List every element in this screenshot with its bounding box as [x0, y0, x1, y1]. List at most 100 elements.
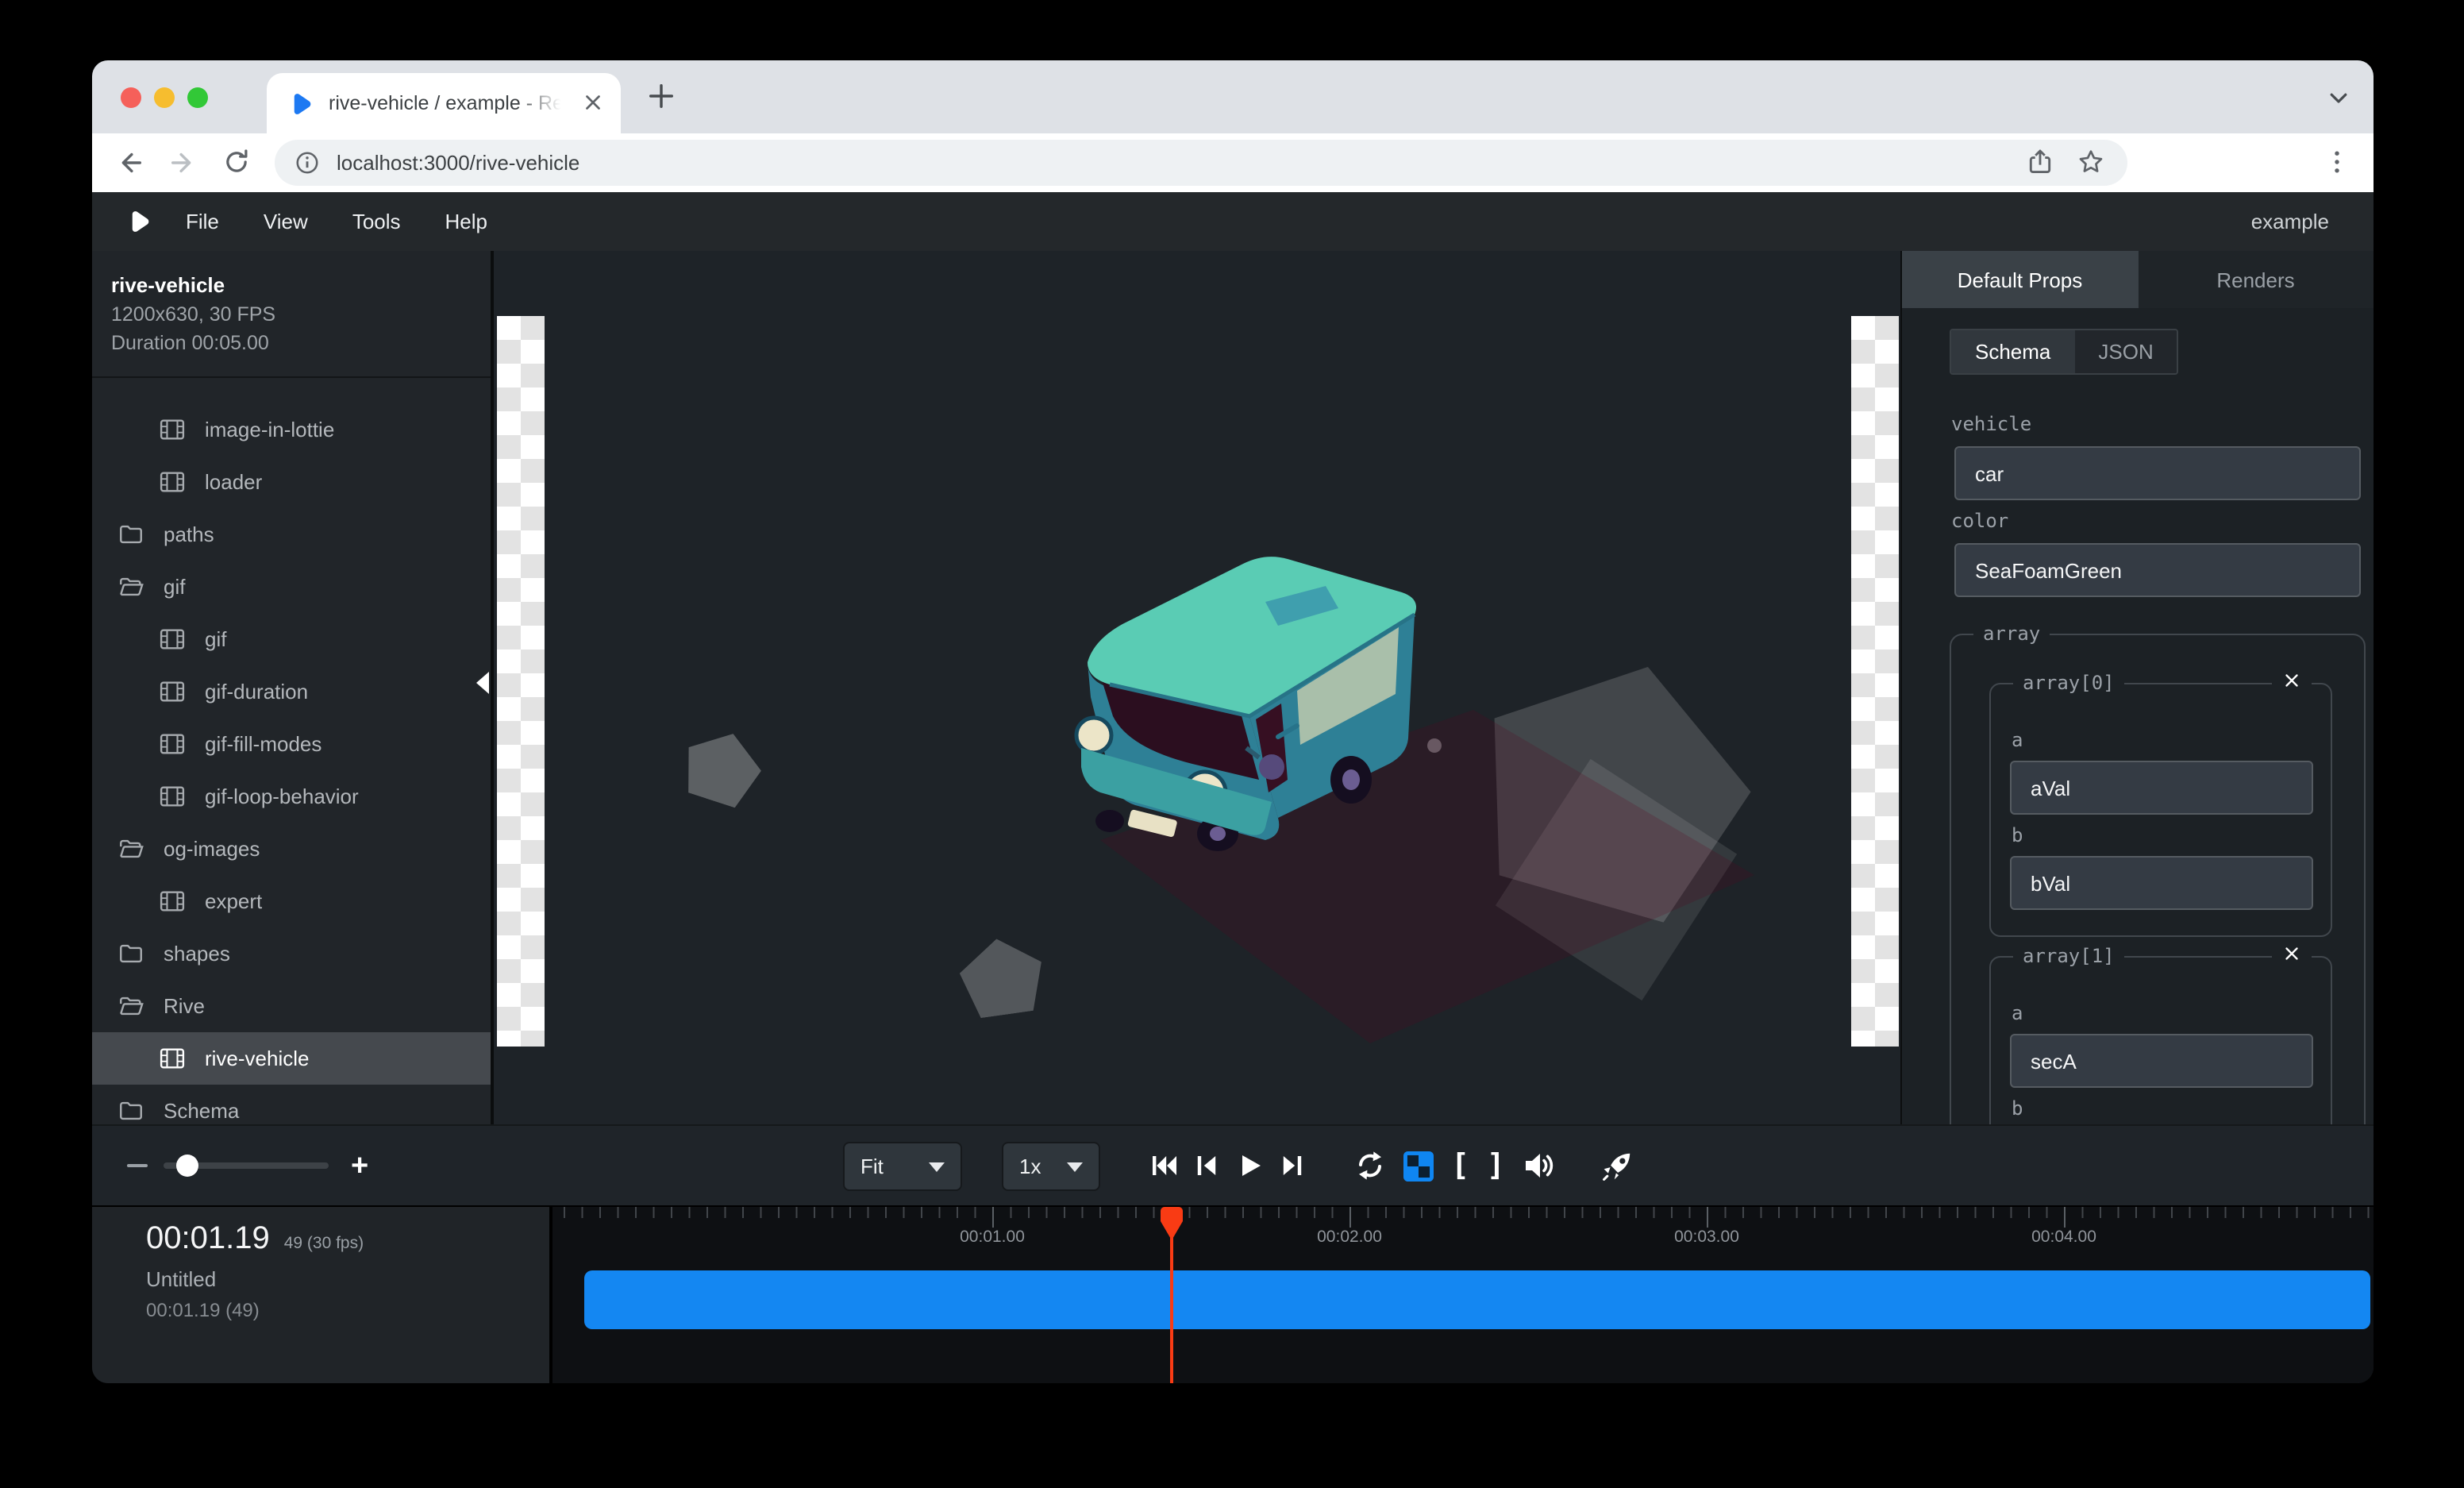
ruler-label: 00:04.00 [2031, 1228, 2096, 1247]
browser-menu-dots-icon[interactable] [2323, 148, 2351, 176]
tab-renders[interactable]: Renders [2138, 251, 2374, 308]
zoom-slider-thumb[interactable] [176, 1155, 198, 1177]
sidebar-item-shapes[interactable]: shapes [92, 927, 491, 980]
set-in-point-button[interactable]: [ [1451, 1148, 1469, 1183]
color-label: color [1951, 510, 2008, 532]
current-timecode: 00:01.19 [146, 1221, 270, 1258]
schema-json-toggle: Schema JSON [1950, 329, 2179, 375]
volume-icon[interactable] [1523, 1150, 1554, 1182]
sidebar-item-gif-duration[interactable]: gif-duration [92, 665, 491, 718]
color-input[interactable]: SeaFoamGreen [1954, 543, 2361, 597]
app-menu-bar: File View Tools Help example [92, 192, 2374, 251]
a-input[interactable]: aVal [2010, 761, 2313, 815]
tab-default-props[interactable]: Default Props [1902, 251, 2138, 308]
new-tab-button[interactable] [646, 81, 676, 111]
sidebar-item-label: gif-loop-behavior [205, 784, 359, 808]
ruler-major-tick [1707, 1207, 1708, 1228]
previous-frame-button[interactable] [1192, 1151, 1221, 1180]
sidebar-item-label: og-images [164, 837, 260, 861]
playhead-handle[interactable] [1161, 1207, 1183, 1240]
loop-toggle-icon[interactable] [1354, 1150, 1386, 1182]
menu-file[interactable]: File [186, 210, 219, 233]
jump-to-start-button[interactable] [1149, 1151, 1178, 1180]
transparency-checkerboard-toggle-icon[interactable] [1403, 1151, 1434, 1181]
render-rocket-icon[interactable] [1600, 1149, 1634, 1182]
timeline-track-bar[interactable] [584, 1270, 2370, 1329]
bookmark-star-icon[interactable] [2077, 148, 2105, 176]
b-input[interactable]: bVal [2010, 856, 2313, 910]
set-out-point-button[interactable]: ] [1487, 1148, 1505, 1183]
chevron-down-icon [1067, 1162, 1083, 1171]
close-window-button[interactable] [121, 87, 141, 108]
props-panel-tabs: Default Props Renders [1902, 251, 2374, 308]
sidebar-item-paths[interactable]: paths [92, 508, 491, 561]
play-button[interactable] [1235, 1151, 1264, 1180]
array-1-fieldset: array[1] a secA b [1989, 956, 2332, 1124]
transparency-checker-left [497, 316, 545, 1047]
composition-duration: Duration 00:05.00 [111, 329, 472, 357]
array-1-legend: array[1] [2013, 945, 2124, 969]
sidebar-item-gif[interactable]: gif [92, 613, 491, 665]
menu-view[interactable]: View [264, 210, 308, 233]
b-label: b [2012, 824, 2023, 846]
playback-rate-select[interactable]: 1x [1002, 1142, 1100, 1191]
zoom-slider[interactable] [164, 1162, 329, 1169]
decor-pentagon [956, 933, 1048, 1020]
sidebar-item-label: gif [164, 575, 185, 599]
tab-close-icon[interactable] [581, 91, 605, 114]
menu-tools[interactable]: Tools [352, 210, 401, 233]
current-frame-info: 49 (30 fps) [284, 1234, 364, 1253]
sidebar-item-label: loader [205, 470, 262, 494]
sidebar-item-label: gif-fill-modes [205, 732, 321, 756]
ruler-label: 00:02.00 [1317, 1228, 1382, 1247]
forward-icon[interactable] [168, 148, 198, 178]
transport-controls [1149, 1126, 1307, 1205]
ruler-major-tick [2064, 1207, 2066, 1228]
project-label: example [2251, 210, 2329, 233]
array-0-legend: array[0] [2013, 672, 2124, 696]
folder-icon [117, 1097, 144, 1124]
toggle-schema[interactable]: Schema [1951, 330, 2074, 373]
screen: rive-vehicle / example - Remoti localhos… [0, 0, 2464, 1488]
tab-strip-chevron-icon[interactable] [2326, 86, 2351, 111]
film-icon [159, 416, 186, 443]
folder-icon [117, 521, 144, 548]
zoom-window-button[interactable] [187, 87, 208, 108]
sidebar-item-gif-fill-modes[interactable]: gif-fill-modes [92, 718, 491, 770]
zoom-in-button[interactable]: + [351, 1151, 368, 1181]
minimize-window-button[interactable] [154, 87, 175, 108]
a-label: a [2012, 1002, 2023, 1024]
share-icon[interactable] [2026, 148, 2054, 176]
fit-select[interactable]: Fit [843, 1142, 962, 1191]
reload-icon[interactable] [222, 148, 251, 176]
sidebar-item-loader[interactable]: loader [92, 456, 491, 508]
menu-help[interactable]: Help [445, 210, 488, 233]
sidebar-item-label: gif-duration [205, 680, 308, 704]
jump-to-end-button[interactable] [1278, 1151, 1307, 1180]
remotion-logo-icon [127, 210, 151, 233]
sidebar-item-label: rive-vehicle [205, 1047, 310, 1070]
a-input[interactable]: secA [2010, 1034, 2313, 1088]
zoom-out-button[interactable] [127, 1164, 148, 1167]
sidebar-item-gif-loop-behavior[interactable]: gif-loop-behavior [92, 770, 491, 823]
sidebar-item-image-in-lottie[interactable]: image-in-lottie [92, 403, 491, 456]
sidebar-item-expert[interactable]: expert [92, 875, 491, 927]
vehicle-input[interactable]: car [1954, 446, 2361, 500]
site-info-icon[interactable] [294, 149, 321, 176]
timeline-ruler[interactable] [552, 1207, 2374, 1218]
back-icon[interactable] [114, 148, 144, 178]
array-legend: array [1973, 623, 2050, 646]
sidebar-item-rive-vehicle[interactable]: rive-vehicle [92, 1032, 491, 1085]
sidebar-item-label: Rive [164, 994, 205, 1018]
browser-tab[interactable]: rive-vehicle / example - Remoti [267, 73, 621, 133]
toggle-json[interactable]: JSON [2074, 330, 2177, 373]
compositions-sidebar: rive-vehicle 1200x630, 30 FPS Duration 0… [92, 251, 494, 1124]
composition-list: image-in-lottie loader paths gif gif gif… [92, 403, 491, 1137]
remove-array-1-icon[interactable] [2272, 943, 2312, 964]
sidebar-item-gif-folder[interactable]: gif [92, 561, 491, 613]
sidebar-item-og-images[interactable]: og-images [92, 823, 491, 875]
sidebar-item-rive-folder[interactable]: Rive [92, 980, 491, 1032]
remove-array-0-icon[interactable] [2272, 670, 2312, 691]
address-bar[interactable]: localhost:3000/rive-vehicle [275, 140, 2127, 186]
collapse-left-panel-handle[interactable] [476, 672, 489, 694]
